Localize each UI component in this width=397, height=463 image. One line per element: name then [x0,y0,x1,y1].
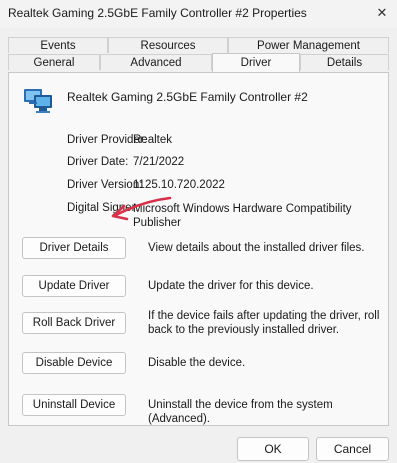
network-adapter-icon [24,89,52,113]
driver-date-value: 7/21/2022 [133,156,185,168]
close-icon[interactable]: ✕ [370,2,394,24]
tab-advanced[interactable]: Advanced [100,54,212,70]
uninstall-device-description: Uninstall the device from the system (Ad… [148,399,333,425]
driver-provider-value: Realtek [133,134,172,146]
driver-version-value: 1125.10.720.2022 [133,179,225,191]
title-bar: Realtek Gaming 2.5GbE Family Controller … [0,0,397,28]
uninstall-device-button[interactable]: Uninstall Device [22,394,126,416]
driver-version-label: Driver Version: [67,179,143,191]
window-title: Realtek Gaming 2.5GbE Family Controller … [8,6,307,20]
tab-power-management[interactable]: Power Management [228,37,389,53]
cancel-button[interactable]: Cancel [316,437,389,461]
tab-general[interactable]: General [8,54,100,70]
tab-resources[interactable]: Resources [108,37,228,53]
roll-back-driver-description: If the device fails after updating the d… [148,310,380,336]
tab-details[interactable]: Details [300,54,389,70]
ok-button[interactable]: OK [237,437,309,461]
tab-driver[interactable]: Driver [212,53,300,72]
disable-device-description: Disable the device. [148,357,246,369]
roll-back-driver-button[interactable]: Roll Back Driver [22,312,126,334]
tab-events[interactable]: Events [8,37,108,53]
annotation-arrow-icon [111,196,172,221]
update-driver-description: Update the driver for this device. [148,280,314,292]
driver-date-label: Driver Date: [67,156,129,168]
driver-details-description: View details about the installed driver … [148,242,365,254]
driver-details-button[interactable]: Driver Details [22,237,126,259]
device-name: Realtek Gaming 2.5GbE Family Controller … [67,90,308,104]
disable-device-button[interactable]: Disable Device [22,352,126,374]
update-driver-button[interactable]: Update Driver [22,275,126,297]
driver-tab-panel: Realtek Gaming 2.5GbE Family Controller … [8,72,389,426]
